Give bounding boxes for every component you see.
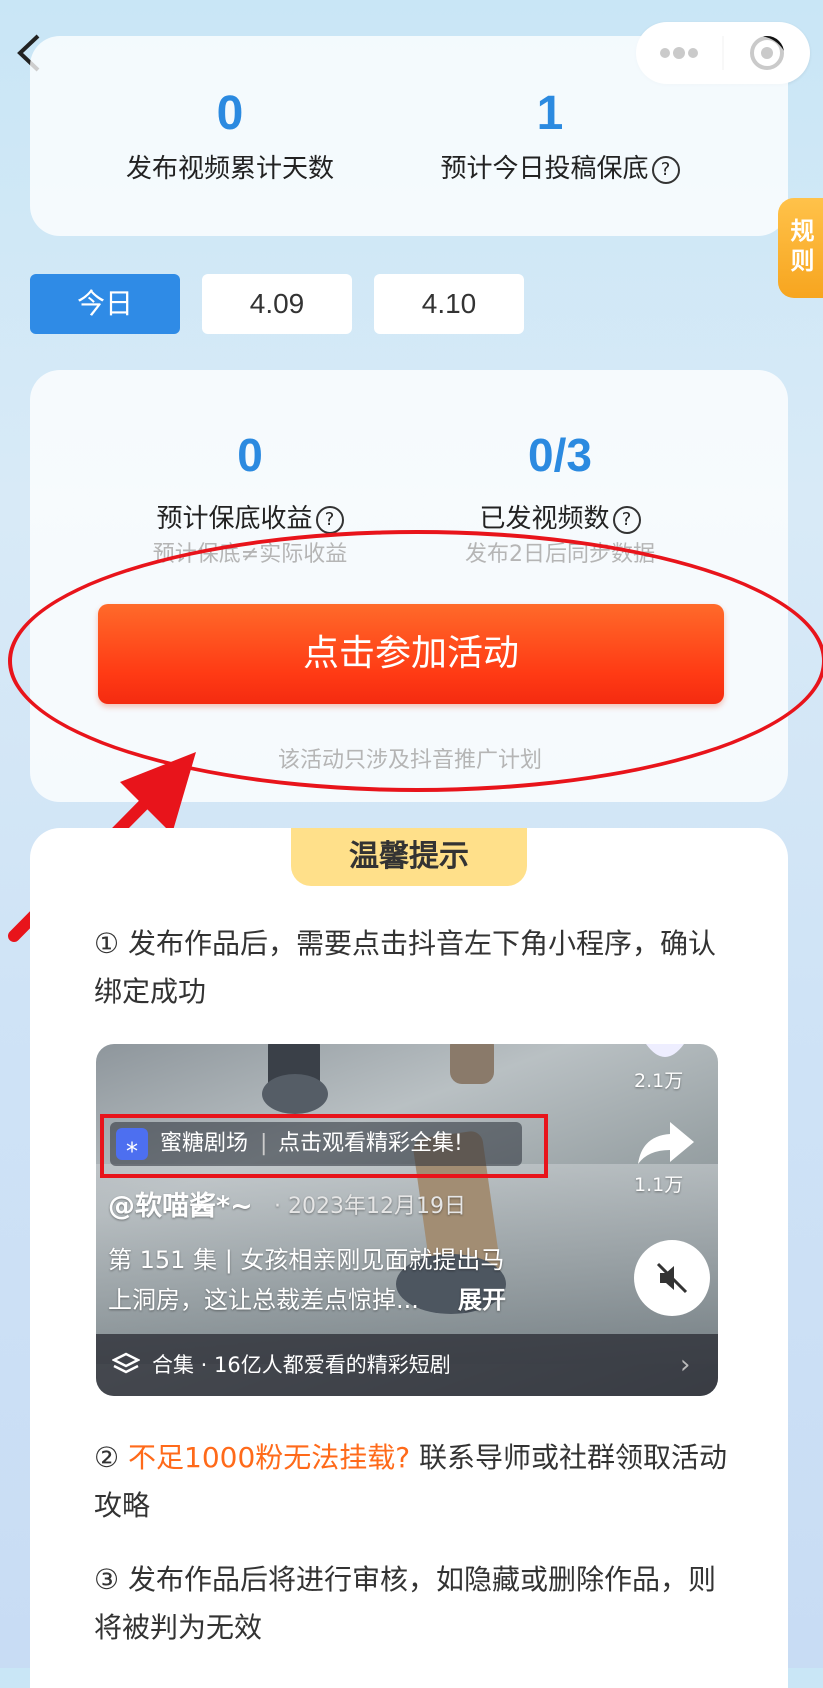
- income-label-row: 预计保底收益?: [120, 498, 380, 535]
- income-value: 0: [237, 429, 263, 481]
- help-icon[interactable]: ?: [651, 155, 680, 184]
- tip-2: ② 不足1000粉无法挂载? 联系导师或社群领取活动攻略: [94, 1434, 734, 1530]
- tip-2-highlight[interactable]: 不足1000粉无法挂载?: [128, 1441, 410, 1474]
- video-date: · 2023年12月19日: [274, 1194, 466, 1219]
- today-value: 1: [536, 87, 564, 140]
- video-figure: [450, 1044, 494, 1084]
- heart-icon[interactable]: [642, 1044, 688, 1066]
- collection-bar[interactable]: 合集 · 16亿人都爱看的精彩短剧 ›: [96, 1334, 718, 1396]
- tips-title: 温馨提示: [291, 828, 527, 886]
- caption-line-1: 第 151 集 | 女孩相亲刚见面就提出马: [108, 1246, 505, 1274]
- videos-label-row: 已发视频数?: [430, 498, 690, 535]
- tab-date-409[interactable]: 4.09: [202, 274, 352, 334]
- help-icon[interactable]: ?: [315, 505, 344, 534]
- share-count: 1.1万: [634, 1174, 684, 1196]
- videos-value: 0/3: [528, 429, 592, 481]
- tip-3: ③ 发布作品后将进行审核，如隐藏或删除作品，则将被判为无效: [94, 1563, 717, 1644]
- collection-layers-icon: [112, 1352, 140, 1374]
- video-author[interactable]: @软喵酱*~: [108, 1184, 253, 1223]
- share-icon[interactable]: [636, 1120, 696, 1166]
- collection-text: 合集 · 16亿人都爱看的精彩短剧: [152, 1353, 451, 1377]
- like-count: 2.1万: [634, 1070, 684, 1092]
- days-label: 发布视频累计天数: [125, 154, 334, 184]
- tip-1: ① 发布作品后，需要点击抖音左下角小程序，确认绑定成功: [94, 927, 717, 1008]
- today-label-row: 预计今日投稿保底?: [400, 148, 720, 185]
- videos-label: 已发视频数: [479, 504, 610, 534]
- video-figure: [262, 1074, 328, 1114]
- help-icon[interactable]: ?: [612, 505, 641, 534]
- tab-today[interactable]: 今日: [30, 274, 180, 334]
- summary-card: 0 发布视频累计天数 1 预计今日投稿保底?: [30, 36, 788, 236]
- caption-line-2: 上洞房，这让总裁差点惊掉...: [108, 1286, 419, 1314]
- income-label: 预计保底收益: [156, 504, 313, 534]
- annotation-rectangle: [100, 1114, 548, 1178]
- expand-link[interactable]: 展开: [458, 1280, 506, 1315]
- example-video-screenshot: ⁎ 蜜糖剧场 | 点击观看精彩全集! 2.1万 1.1万 @软喵酱*~ · 20…: [96, 1044, 718, 1396]
- mute-icon: [656, 1262, 688, 1294]
- today-label: 预计今日投稿保底: [440, 154, 649, 184]
- chevron-right-icon: ›: [680, 1350, 691, 1380]
- tip-2-prefix: ②: [94, 1441, 129, 1474]
- mute-button[interactable]: [634, 1240, 710, 1316]
- days-value: 0: [216, 87, 244, 140]
- rules-tab[interactable]: 规则: [778, 198, 823, 298]
- tab-date-410[interactable]: 4.10: [374, 274, 524, 334]
